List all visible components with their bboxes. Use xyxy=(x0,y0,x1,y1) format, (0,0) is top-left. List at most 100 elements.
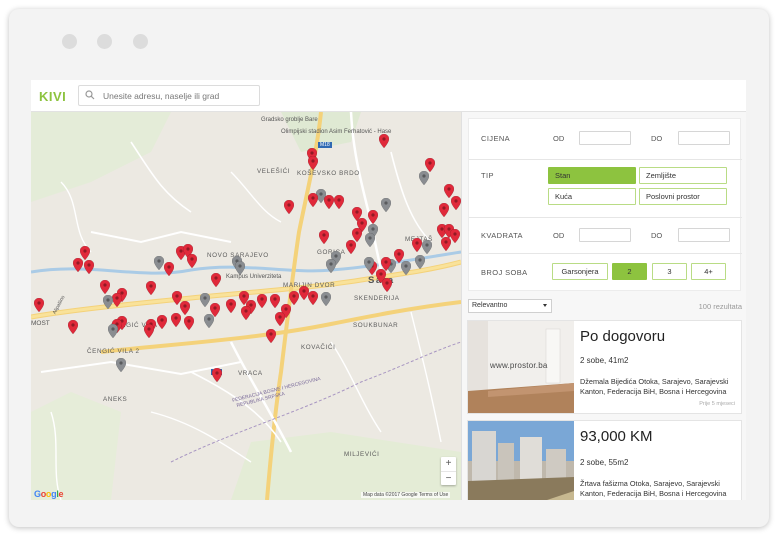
map-pin-icon[interactable] xyxy=(212,368,222,382)
map-pin-icon[interactable] xyxy=(226,299,236,313)
type-option-poslovni-prostor[interactable]: Poslovni prostor xyxy=(639,188,727,205)
rooms-option-2[interactable]: 2 xyxy=(612,263,647,280)
map-pin-icon[interactable] xyxy=(34,298,44,312)
map-pin-icon[interactable] xyxy=(284,200,294,214)
search-input[interactable] xyxy=(103,88,258,103)
map-pin-icon[interactable] xyxy=(381,257,391,271)
road-shield-m18: M18 xyxy=(318,142,332,148)
map-label-kovacici: KOVAČIĆI xyxy=(301,344,336,351)
map-pin-icon[interactable] xyxy=(204,314,214,328)
map-pin-icon[interactable] xyxy=(116,358,126,372)
price-from-input[interactable] xyxy=(579,131,631,145)
zoom-in-button[interactable]: + xyxy=(441,457,456,471)
map-pin-icon[interactable] xyxy=(257,294,267,308)
map-pin-icon[interactable] xyxy=(368,210,378,224)
filter-type: TIP Stan Zemljište Kuća Poslovni prostor xyxy=(469,159,742,217)
map-pin-icon[interactable] xyxy=(103,295,113,309)
map-label-kosevsko: KOŠEVSKO BRDO xyxy=(297,170,360,177)
map-pin-icon[interactable] xyxy=(450,229,460,243)
listing-card[interactable]: www.prostor.ba Po dogovoru 2 sobe, 41m2 … xyxy=(467,320,742,414)
map[interactable]: Olimpijski stadion Asim Ferhatović - Has… xyxy=(31,112,461,500)
map-pin-icon[interactable] xyxy=(308,291,318,305)
filter-rooms: BROJ SOBA Garsonjera 2 3 4+ xyxy=(469,253,742,291)
zoom-out-button[interactable]: − xyxy=(441,471,456,485)
filter-area: KVADRATA OD DO xyxy=(469,217,742,253)
sort-select[interactable]: Relevantno xyxy=(468,299,552,313)
map-pin-icon[interactable] xyxy=(164,262,174,276)
map-label-vraca: VRACA xyxy=(238,370,263,377)
map-pin-icon[interactable] xyxy=(275,312,285,326)
map-pin-icon[interactable] xyxy=(419,171,429,185)
listing-photo[interactable]: www.prostor.ba xyxy=(468,321,574,413)
map-pin-icon[interactable] xyxy=(346,240,356,254)
search-box[interactable] xyxy=(78,85,260,106)
map-pin-icon[interactable] xyxy=(184,316,194,330)
map-pin-icon[interactable] xyxy=(422,240,432,254)
map-pin-icon[interactable] xyxy=(401,261,411,275)
map-pin-icon[interactable] xyxy=(235,261,245,275)
price-from-label: OD xyxy=(553,134,565,143)
map-pin-icon[interactable] xyxy=(100,280,110,294)
type-option-kuca[interactable]: Kuća xyxy=(548,188,636,205)
map-pin-icon[interactable] xyxy=(441,237,451,251)
price-to-input[interactable] xyxy=(678,131,730,145)
logo[interactable]: KIVI xyxy=(39,89,66,104)
map-label-skenderija: SKENDERIJA xyxy=(354,295,400,302)
map-pin-icon[interactable] xyxy=(144,324,154,338)
map-pin-icon[interactable] xyxy=(334,195,344,209)
map-pin-icon[interactable] xyxy=(211,273,221,287)
map-pin-icon[interactable] xyxy=(108,324,118,338)
map-pin-icon[interactable] xyxy=(187,254,197,268)
photo-watermark: www.prostor.ba xyxy=(490,361,548,370)
area-from-input[interactable] xyxy=(579,228,631,242)
map-pin-icon[interactable] xyxy=(200,293,210,307)
rooms-option-4plus[interactable]: 4+ xyxy=(691,263,726,280)
area-from-label: OD xyxy=(553,231,565,240)
map-pin-icon[interactable] xyxy=(308,193,318,207)
rooms-option-3[interactable]: 3 xyxy=(652,263,687,280)
map-pin-icon[interactable] xyxy=(365,233,375,247)
map-pin-icon[interactable] xyxy=(382,278,392,292)
map-pin-icon[interactable] xyxy=(146,281,156,295)
map-pin-icon[interactable] xyxy=(319,230,329,244)
map-pin-icon[interactable] xyxy=(308,156,318,170)
map-pin-icon[interactable] xyxy=(180,301,190,315)
map-pin-icon[interactable] xyxy=(364,257,374,271)
map-pin-icon[interactable] xyxy=(381,198,391,212)
map-pin-icon[interactable] xyxy=(425,158,435,172)
map-pin-icon[interactable] xyxy=(68,320,78,334)
map-attribution[interactable]: Map data ©2017 Google Terms of Use xyxy=(361,492,451,498)
app: KIVI Unesite adresu, naselje ili grad Ol… xyxy=(31,80,746,500)
listing-photo[interactable] xyxy=(468,421,574,500)
map-pin-icon[interactable] xyxy=(157,315,167,329)
map-pin-icon[interactable] xyxy=(321,292,331,306)
map-pin-icon[interactable] xyxy=(154,256,164,270)
map-pin-icon[interactable] xyxy=(379,134,389,148)
rooms-option-garsonjera[interactable]: Garsonjera xyxy=(552,263,608,280)
map-label-soukbunar: SOUKBUNAR xyxy=(353,322,399,329)
map-pin-icon[interactable] xyxy=(241,306,251,320)
listing-rooms: 2 sobe, 55m2 xyxy=(580,458,629,467)
map-pin-icon[interactable] xyxy=(112,293,122,307)
map-pin-icon[interactable] xyxy=(289,291,299,305)
listing-card[interactable]: 93,000 KM 2 sobe, 55m2 Žrtava fašizma Ot… xyxy=(467,420,742,500)
map-pin-icon[interactable] xyxy=(439,203,449,217)
map-pin-icon[interactable] xyxy=(415,255,425,269)
listing-price: Po dogovoru xyxy=(580,328,666,345)
type-option-zemljiste[interactable]: Zemljište xyxy=(639,167,727,184)
map-pin-icon[interactable] xyxy=(324,195,334,209)
map-pin-icon[interactable] xyxy=(270,294,280,308)
search-icon xyxy=(85,90,95,100)
map-pin-icon[interactable] xyxy=(451,196,461,210)
map-pin-icon[interactable] xyxy=(326,259,336,273)
area-to-input[interactable] xyxy=(678,228,730,242)
map-pin-icon[interactable] xyxy=(171,313,181,327)
listing-price: 93,000 KM xyxy=(580,428,653,445)
map-pin-icon[interactable] xyxy=(73,258,83,272)
listing-rooms: 2 sobe, 41m2 xyxy=(580,356,629,365)
type-label: TIP xyxy=(481,171,494,180)
map-pin-icon[interactable] xyxy=(266,329,276,343)
map-pin-icon[interactable] xyxy=(412,238,422,252)
map-pin-icon[interactable] xyxy=(84,260,94,274)
type-option-stan[interactable]: Stan xyxy=(548,167,636,184)
